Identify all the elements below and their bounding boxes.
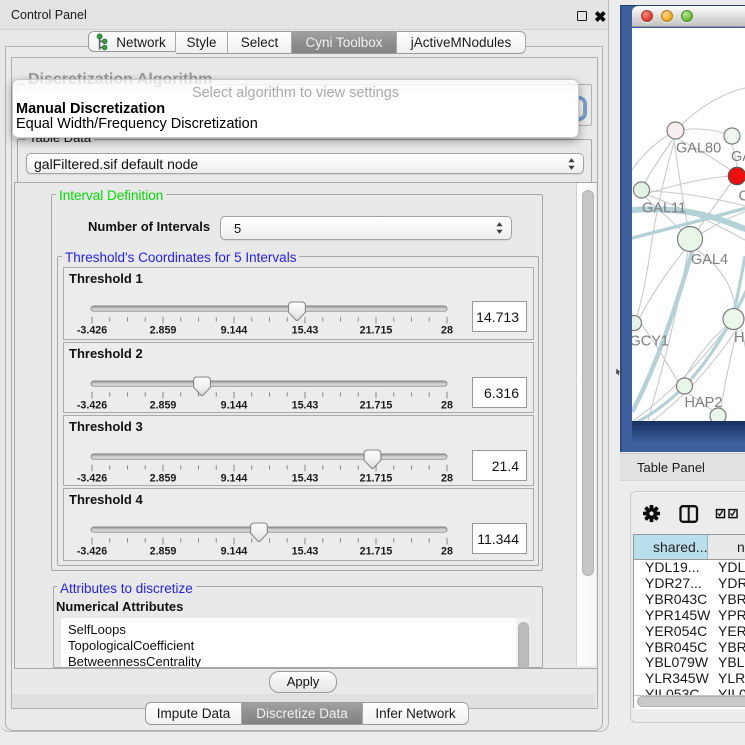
- svg-text:GAL4: GAL4: [731, 149, 745, 165]
- svg-text:HAP2: HAP2: [685, 395, 723, 411]
- svg-text:21.715: 21.715: [360, 325, 393, 337]
- svg-text:GAL11: GAL11: [642, 201, 686, 217]
- svg-text:9.144: 9.144: [221, 546, 248, 558]
- svg-text:15.43: 15.43: [292, 325, 319, 337]
- svg-text:2.859: 2.859: [150, 546, 177, 558]
- svg-text:28: 28: [441, 546, 453, 558]
- svg-text:CY: CY: [739, 189, 745, 205]
- svg-text:15.43: 15.43: [292, 473, 319, 485]
- svg-text:28: 28: [441, 400, 453, 412]
- svg-text:21.715: 21.715: [360, 546, 393, 558]
- svg-text:15.43: 15.43: [292, 400, 319, 412]
- svg-text:2.859: 2.859: [150, 473, 177, 485]
- svg-text:9.144: 9.144: [221, 400, 248, 412]
- svg-text:-3.426: -3.426: [77, 325, 107, 337]
- svg-text:21.715: 21.715: [360, 400, 393, 412]
- svg-text:-3.426: -3.426: [77, 400, 107, 412]
- svg-text:HI: HI: [734, 330, 745, 346]
- svg-text:GAL4: GAL4: [691, 252, 728, 268]
- svg-text:2.859: 2.859: [150, 400, 177, 412]
- svg-text:21.715: 21.715: [360, 473, 393, 485]
- svg-text:28: 28: [441, 473, 453, 485]
- svg-text:9.144: 9.144: [221, 325, 248, 337]
- svg-text:-3.426: -3.426: [77, 473, 107, 485]
- svg-text:GCY1: GCY1: [632, 334, 669, 350]
- svg-text:15.43: 15.43: [292, 546, 319, 558]
- svg-text:GAL80: GAL80: [676, 141, 721, 157]
- svg-text:-3.426: -3.426: [77, 546, 107, 558]
- svg-text:2.859: 2.859: [150, 325, 177, 337]
- svg-text:28: 28: [441, 325, 453, 337]
- svg-text:9.144: 9.144: [221, 473, 248, 485]
